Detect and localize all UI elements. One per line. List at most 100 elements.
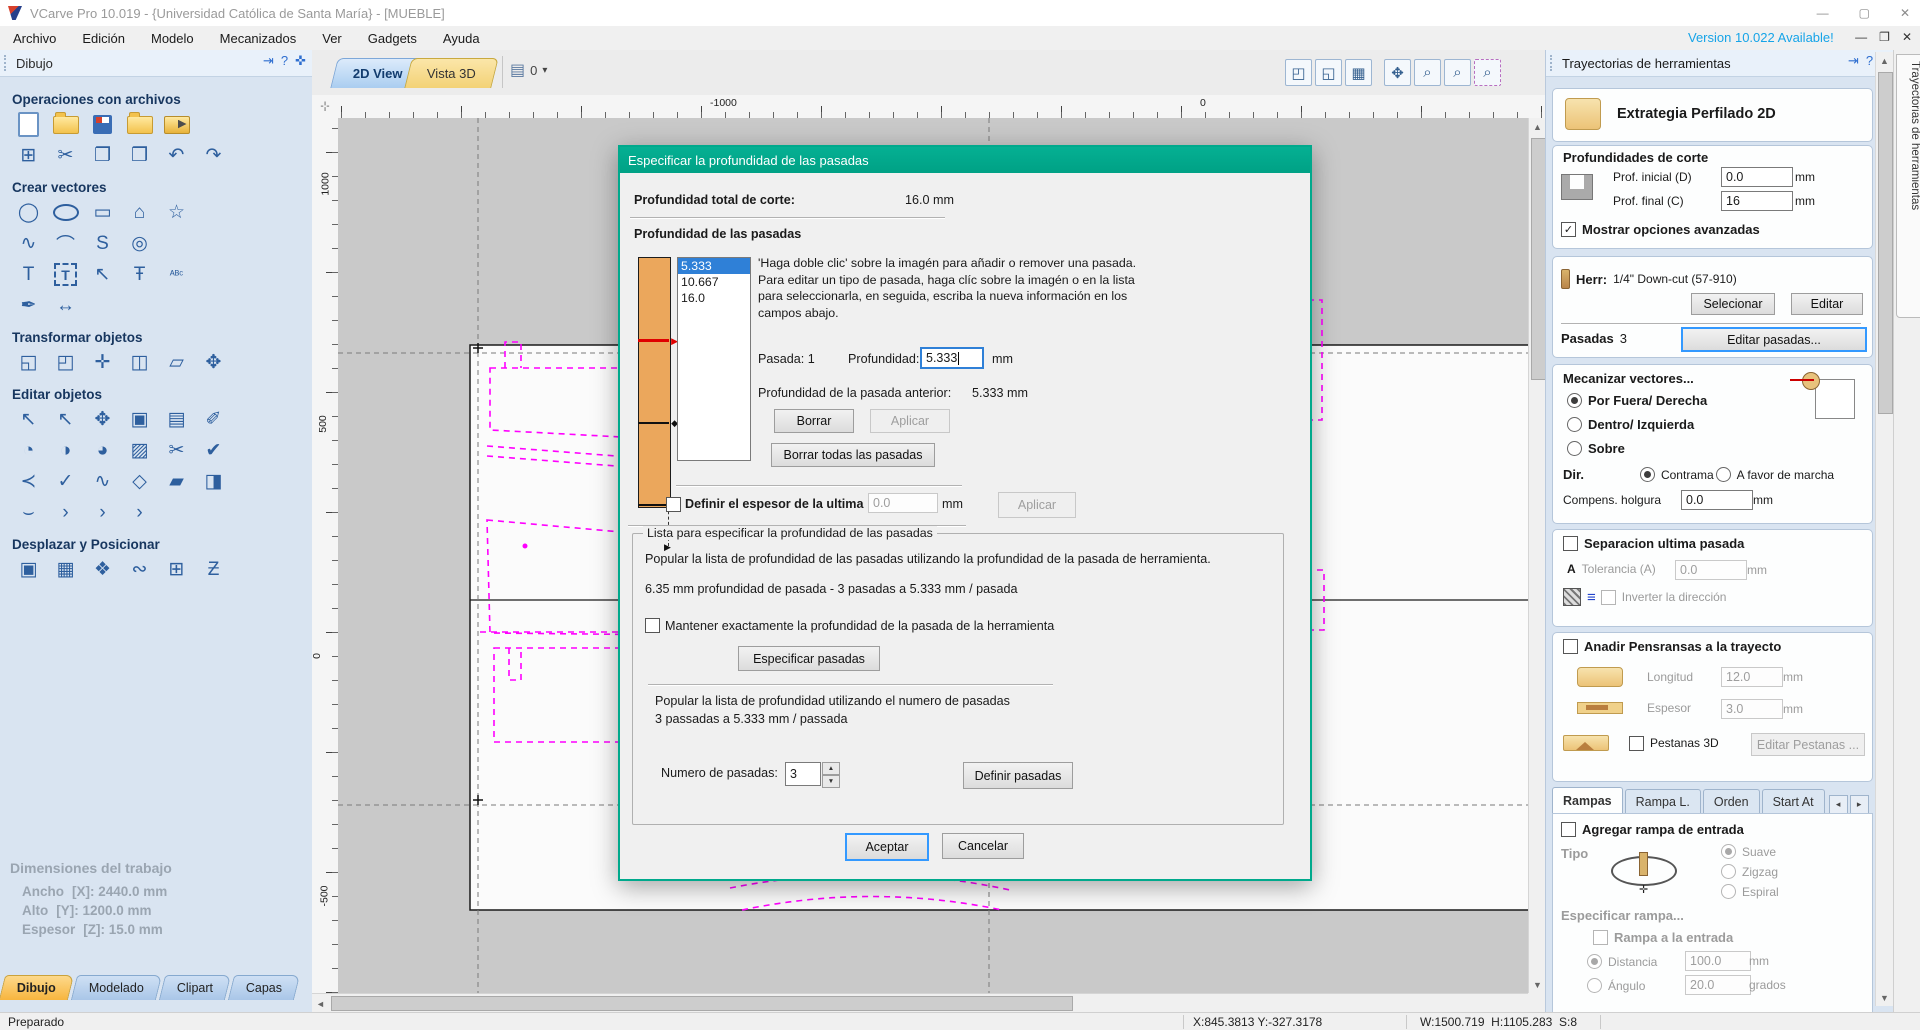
climb-radio[interactable]	[1715, 467, 1731, 482]
toolpaths-side-tab[interactable]: Trayectorias de herramientas	[1896, 54, 1920, 318]
number-of-passes-stepper[interactable]: 3 ▲ ▼	[785, 762, 840, 788]
tab-dibujo[interactable]: Dibujo	[0, 975, 75, 1000]
length-input[interactable]: 12.0	[1721, 667, 1783, 687]
inside-left-radio[interactable]	[1567, 417, 1582, 432]
tab-rampa-l[interactable]: Rampa L.	[1624, 789, 1701, 814]
dialog-titlebar[interactable]: Especificar la profundidad de las pasada…	[620, 147, 1310, 173]
new-file-icon[interactable]	[10, 110, 47, 139]
layout-view-icon[interactable]: ◱	[1315, 59, 1342, 86]
fillet-icon[interactable]: ≺	[10, 467, 47, 496]
polygon-icon[interactable]: ⌂	[121, 198, 158, 227]
smooth-radio[interactable]	[1721, 844, 1736, 859]
ramp-in-checkbox[interactable]	[1593, 930, 1608, 945]
trim-icon[interactable]: ▨	[121, 436, 158, 465]
start-depth-input[interactable]: 0.0	[1721, 167, 1793, 187]
version-update-link[interactable]: Version 10.022 Available!	[1688, 30, 1834, 45]
tab-rampas[interactable]: Rampas	[1552, 787, 1623, 814]
delete-all-passes-button[interactable]: Borrar todas las pasadas	[771, 443, 935, 467]
mdi-restore-icon[interactable]: ❐	[1879, 30, 1890, 44]
circular-copy-icon[interactable]: ❖	[84, 555, 121, 584]
advanced-options-checkbox[interactable]: ✓	[1561, 222, 1576, 237]
menu-archivo[interactable]: Archivo	[0, 31, 69, 46]
add-ramp-checkbox[interactable]	[1561, 822, 1576, 837]
tab-scroll-right-icon[interactable]: ▸	[1849, 795, 1869, 814]
polyline-icon[interactable]: ∿	[10, 229, 47, 258]
spin-up-icon[interactable]: ▲	[822, 762, 840, 775]
text-path-icon[interactable]: Ŧ	[121, 260, 158, 289]
window-close-icon[interactable]: ✕	[1900, 6, 1910, 20]
rectangle-icon[interactable]: ▭	[84, 198, 121, 227]
star-icon[interactable]: ☆	[158, 198, 195, 227]
fit-curve-icon[interactable]: ✓	[47, 467, 84, 496]
pass-list-item[interactable]: 5.333	[678, 258, 750, 274]
separation-checkbox[interactable]	[1563, 536, 1578, 551]
spiral-radio[interactable]	[1721, 884, 1736, 899]
delete-pass-button[interactable]: Borrar	[774, 409, 854, 433]
canvas-horizontal-scrollbar[interactable]: ◄	[312, 993, 1528, 1013]
undo-icon[interactable]: ↶	[158, 141, 195, 170]
dock-panel-icon[interactable]: ⇥	[1848, 53, 1859, 69]
bitmap-edit-icon[interactable]: ▰	[158, 467, 195, 496]
s-curve-icon[interactable]: S	[84, 229, 121, 258]
tabs-3d-checkbox[interactable]	[1629, 735, 1644, 751]
outside-right-radio[interactable]	[1567, 393, 1582, 408]
tab-modelado[interactable]: Modelado	[70, 975, 162, 1000]
angle-input[interactable]: 20.0	[1685, 975, 1751, 995]
block-copy-icon[interactable]: ⊞	[158, 555, 195, 584]
select-text-icon[interactable]: ↖	[84, 260, 121, 289]
select-icon[interactable]: ↖	[10, 405, 47, 434]
grid-toggle-icon[interactable]: ▦	[1345, 59, 1372, 86]
join-vectors-icon[interactable]: ▣	[121, 405, 158, 434]
scrollbar-thumb[interactable]	[331, 996, 1073, 1011]
pass-list-item[interactable]: 16.0	[678, 290, 750, 306]
job-setup-icon[interactable]: ⊞	[10, 141, 47, 170]
pass-list[interactable]: 5.333 10.667 16.0	[677, 257, 751, 461]
tab-clipart[interactable]: Clipart	[158, 975, 232, 1000]
circle-icon[interactable]: ◯	[10, 198, 47, 227]
mdi-close-icon[interactable]: ✕	[1902, 30, 1912, 44]
allowance-input[interactable]: 0.0	[1681, 490, 1753, 510]
weld-icon[interactable]: ◔	[10, 436, 47, 465]
subtract-icon[interactable]: ◑	[47, 436, 84, 465]
scale-icon[interactable]: ◰	[47, 348, 84, 377]
extend-icon[interactable]: ›	[47, 498, 84, 527]
cut-icon[interactable]: ✂	[47, 141, 84, 170]
copy-icon[interactable]: ❐	[84, 141, 121, 170]
stitch-icon[interactable]: ⌣	[10, 498, 47, 527]
measure-icon[interactable]: ✐	[195, 405, 232, 434]
open-toolpath-icon[interactable]	[121, 110, 158, 139]
menu-mecanizados[interactable]: Mecanizados	[207, 31, 310, 46]
apply-pass-button[interactable]: Aplicar	[870, 409, 950, 433]
mdi-minimize-icon[interactable]: —	[1855, 30, 1867, 44]
angle-radio[interactable]	[1587, 978, 1602, 993]
panel-scrollbar[interactable]: ▲ ▼	[1875, 52, 1893, 1006]
validate-icon[interactable]: ✔	[195, 436, 232, 465]
zoom-selection-icon[interactable]: ⌕	[1474, 59, 1501, 86]
help-icon[interactable]: ?	[1866, 53, 1873, 69]
add-tabs-checkbox[interactable]	[1563, 639, 1578, 654]
align-icon[interactable]: ✥	[195, 348, 232, 377]
tab-vista-3d[interactable]: Vista 3D	[404, 58, 499, 88]
tab-capas[interactable]: Capas	[227, 975, 301, 1000]
drag-handle-icon[interactable]	[4, 55, 10, 71]
save-icon[interactable]	[84, 110, 121, 139]
extend-2-icon[interactable]: ›	[84, 498, 121, 527]
scroll-down-icon[interactable]: ▼	[1529, 976, 1546, 993]
array-copy-icon[interactable]: ▦	[47, 555, 84, 584]
text-box-icon[interactable]: T	[47, 260, 84, 289]
define-passes-button[interactable]: Definir pasadas	[963, 762, 1073, 789]
help-icon[interactable]: ?	[281, 53, 288, 69]
scroll-left-icon[interactable]: ◄	[312, 995, 329, 1012]
node-edit-icon[interactable]: ↖	[47, 405, 84, 434]
apply-last-pass-button[interactable]: Aplicar	[998, 492, 1076, 518]
scroll-up-icon[interactable]: ▲	[1876, 52, 1893, 69]
menu-gadgets[interactable]: Gadgets	[355, 31, 430, 46]
copy-along-icon[interactable]: ∾	[121, 555, 158, 584]
thickness-input[interactable]: 3.0	[1721, 699, 1783, 719]
scroll-up-icon[interactable]: ▲	[1529, 118, 1546, 135]
mirror-icon[interactable]: ◫	[121, 348, 158, 377]
conventional-radio[interactable]	[1639, 467, 1655, 482]
dimension-icon[interactable]: ↔	[47, 291, 84, 320]
last-pass-thickness-input[interactable]: 0.0	[868, 493, 938, 513]
specify-passes-button[interactable]: Especificar pasadas	[738, 646, 880, 671]
